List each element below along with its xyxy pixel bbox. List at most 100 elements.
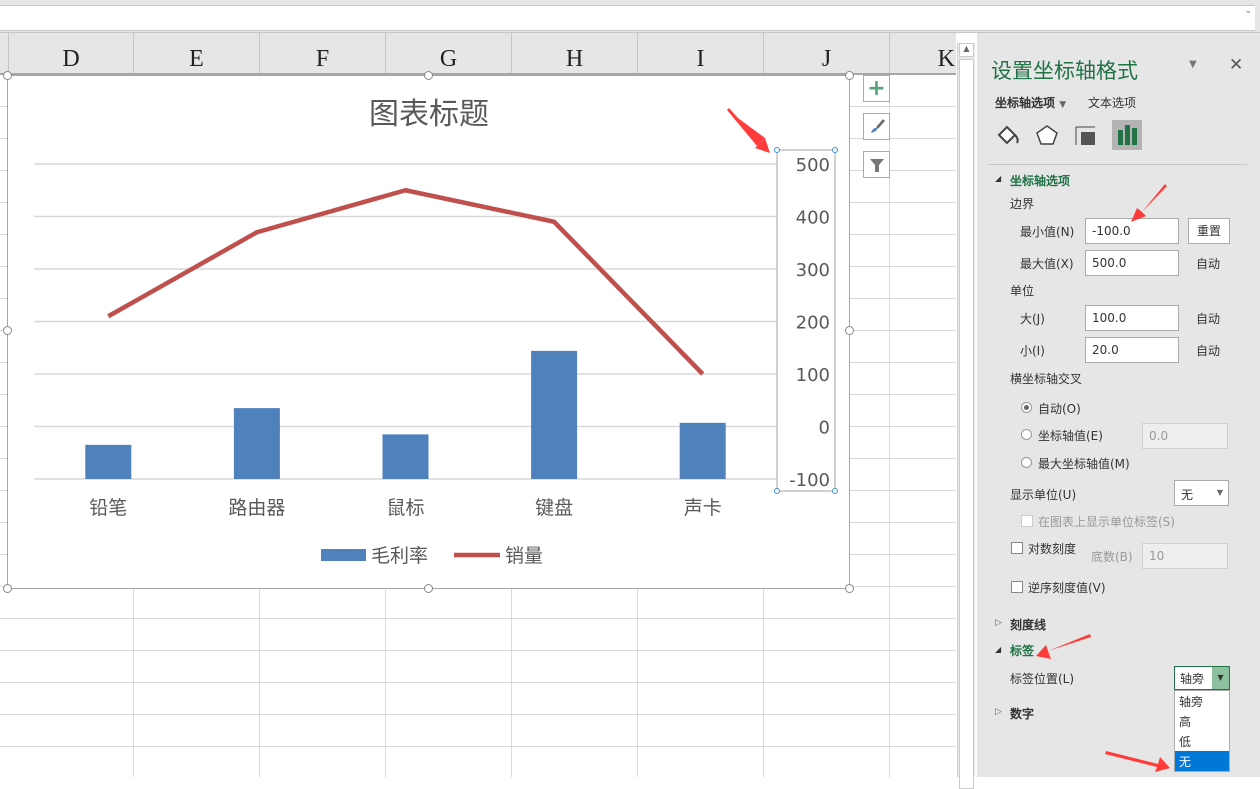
scrollbar-thumb[interactable] — [959, 59, 974, 789]
scroll-up-icon[interactable]: ▲ — [959, 43, 974, 57]
bounds-label: 边界 — [1010, 197, 1035, 211]
divider — [989, 164, 1247, 165]
axis-tick-label: 500 — [796, 155, 830, 176]
axis-tick-label: 400 — [796, 208, 830, 229]
selection-handle — [832, 147, 838, 153]
line-sales — [107, 188, 705, 376]
base-label: 底数(B) — [1091, 550, 1133, 564]
radio-cross-auto[interactable] — [1021, 402, 1032, 413]
reset-button[interactable]: 重置 — [1188, 218, 1230, 244]
cross-value-input[interactable]: 0.0 — [1142, 423, 1228, 449]
display-units-value: 无 — [1181, 488, 1194, 502]
close-icon[interactable]: ✕ — [1229, 55, 1243, 75]
resize-handle[interactable] — [845, 71, 854, 80]
option-high[interactable]: 高 — [1175, 711, 1229, 731]
axis-options-tab-icon[interactable] — [1112, 120, 1142, 150]
fill-line-icon[interactable] — [995, 123, 1021, 149]
label-position-select[interactable]: 轴旁 ▼ — [1174, 666, 1230, 690]
expand-formula-icon[interactable]: ⌄ — [1244, 6, 1252, 16]
option-next-to-axis[interactable]: 轴旁 — [1175, 691, 1229, 711]
selection-handle — [832, 488, 838, 494]
section-axis-options[interactable]: 坐标轴选项 — [1010, 172, 1070, 189]
max-label: 最大值(X) — [1020, 257, 1074, 271]
pane-options-chevron-icon[interactable]: ▼ — [1189, 59, 1197, 70]
legend-label-margin: 毛利率 — [371, 545, 428, 567]
min-label: 最小值(N) — [1020, 225, 1075, 239]
chart-title: 图表标题 — [369, 97, 489, 132]
size-properties-icon[interactable] — [1073, 123, 1099, 149]
effects-pentagon-icon[interactable] — [1034, 123, 1060, 149]
category-label: 键盘 — [535, 497, 573, 519]
column-header-h[interactable]: H — [511, 33, 637, 73]
label-position-value: 轴旁 — [1180, 672, 1205, 686]
reverse-order-checkbox[interactable] — [1011, 581, 1023, 593]
resize-handle[interactable] — [3, 584, 12, 593]
axis-tick-label: 300 — [796, 260, 830, 281]
category-label: 铅笔 — [89, 497, 127, 519]
chart-filters-button[interactable] — [863, 151, 890, 178]
bar-铅笔 — [85, 444, 132, 479]
axis-tick-label: 200 — [796, 313, 830, 334]
max-auto-label: 自动 — [1196, 257, 1221, 271]
option-low[interactable]: 低 — [1175, 731, 1229, 751]
column-header-j[interactable]: J — [763, 33, 889, 73]
minor-auto-label: 自动 — [1196, 344, 1221, 358]
log-scale-label: 对数刻度 — [1028, 542, 1077, 556]
max-value-input[interactable]: 500.0 — [1085, 250, 1179, 276]
major-unit-input[interactable]: 100.0 — [1085, 305, 1179, 331]
column-header-i[interactable]: I — [637, 33, 763, 73]
bar-鼠标 — [382, 434, 429, 479]
paintbrush-icon — [870, 118, 885, 133]
formula-input[interactable] — [0, 5, 1255, 31]
expand-triangle-icon[interactable]: ▷ — [995, 707, 1002, 717]
section-tick-marks[interactable]: 刻度线 — [1010, 616, 1046, 633]
resize-handle[interactable] — [3, 326, 12, 335]
tab-axis-options[interactable]: 坐标轴选项 ▼ — [995, 94, 1066, 111]
column-header-e[interactable]: E — [133, 33, 259, 73]
format-axis-pane: 设置坐标轴格式 ▼ ✕ 坐标轴选项 ▼ 文本选项 ◢ 坐标轴选项 边界 最小值(… — [977, 33, 1260, 777]
column-header-f[interactable]: F — [259, 33, 385, 73]
axis-tick-label: 100 — [796, 365, 830, 386]
chart-area[interactable]: 图表标题 500 400 300 200 100 0 -100 铅笔 路由器 鼠标 键盘 声卡 毛利率 销量 — [7, 75, 850, 589]
category-label: 鼠标 — [386, 497, 424, 519]
selection-handle — [774, 488, 780, 494]
display-units-label: 显示单位(U) — [1010, 488, 1077, 502]
radio-cross-value[interactable] — [1021, 429, 1032, 440]
base-input[interactable]: 10 — [1142, 543, 1228, 569]
collapse-triangle-icon[interactable]: ◢ — [995, 174, 1001, 183]
tab-text-options[interactable]: 文本选项 — [1088, 94, 1136, 111]
cross-value-label: 坐标轴值(E) — [1038, 429, 1103, 443]
dropdown-arrow-icon[interactable]: ▼ — [1212, 667, 1229, 689]
category-label: 声卡 — [684, 497, 722, 519]
resize-handle[interactable] — [845, 584, 854, 593]
min-value-input[interactable]: -100.0 — [1085, 218, 1179, 244]
show-units-label-text: 在图表上显示单位标签(S) — [1038, 515, 1175, 529]
plus-icon: + — [867, 75, 886, 101]
minor-unit-input[interactable]: 20.0 — [1085, 337, 1179, 363]
cross-max-label: 最大坐标轴值(M) — [1038, 457, 1130, 471]
resize-handle[interactable] — [3, 71, 12, 80]
column-header-d[interactable]: D — [8, 33, 133, 73]
option-none[interactable]: 无 — [1175, 751, 1229, 771]
section-labels[interactable]: 标签 — [1010, 642, 1034, 659]
display-units-select[interactable]: 无 ▼ — [1174, 480, 1229, 506]
major-label: 大(J) — [1020, 312, 1045, 326]
section-number[interactable]: 数字 — [1010, 705, 1034, 722]
chart-styles-button[interactable] — [863, 113, 890, 140]
collapse-triangle-icon[interactable]: ◢ — [995, 645, 1001, 654]
selection-handle — [774, 147, 780, 153]
resize-handle[interactable] — [424, 71, 433, 80]
expand-triangle-icon[interactable]: ▷ — [995, 618, 1002, 628]
chart-elements-button[interactable]: + — [863, 75, 890, 102]
category-label: 路由器 — [228, 497, 285, 519]
vertical-scrollbar[interactable]: ▲ — [957, 43, 975, 789]
resize-handle[interactable] — [845, 326, 854, 335]
show-units-label-checkbox[interactable] — [1021, 515, 1033, 527]
bar-chart-icon — [1118, 125, 1137, 145]
log-scale-checkbox[interactable] — [1011, 542, 1023, 554]
column-header-g[interactable]: G — [385, 33, 511, 73]
combo-chart: 图表标题 500 400 300 200 100 0 -100 铅笔 路由器 鼠标 键盘 声卡毛利率 销量 — [34, 97, 838, 567]
radio-cross-max[interactable] — [1021, 457, 1032, 468]
filter-icon — [869, 158, 884, 172]
resize-handle[interactable] — [424, 584, 433, 593]
